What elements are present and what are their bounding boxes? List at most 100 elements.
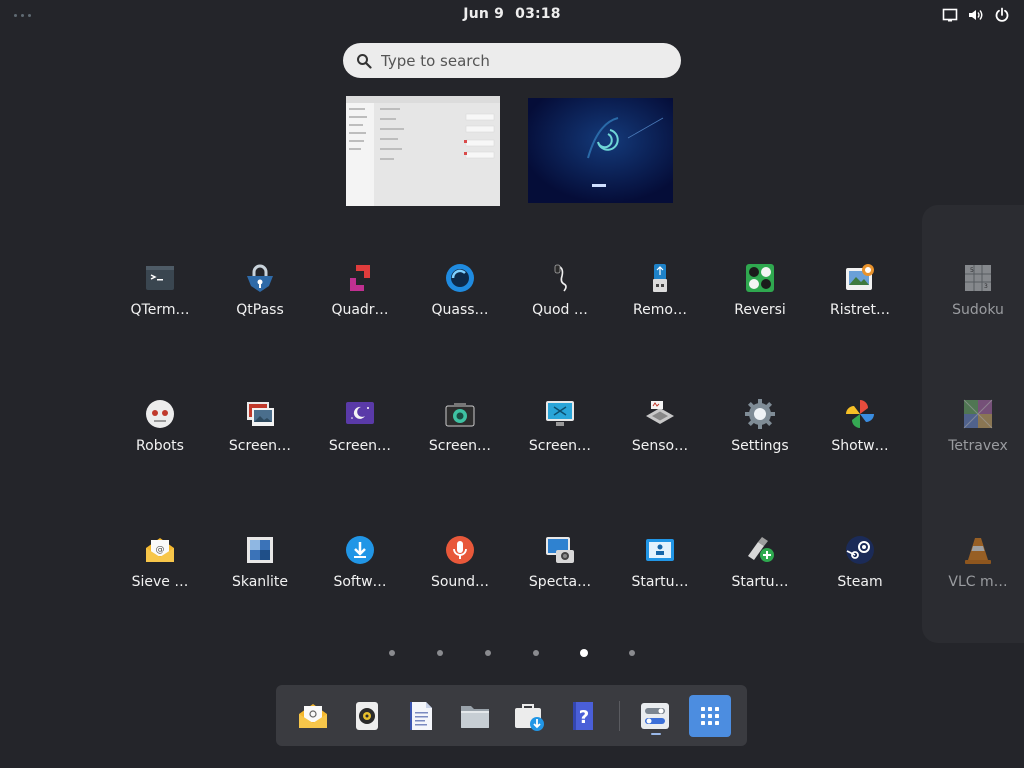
app-startup-1[interactable]: Startu… [610, 512, 710, 612]
dock-software[interactable] [508, 695, 550, 737]
app-label: Settings [731, 438, 789, 454]
page-dot-1[interactable] [389, 650, 395, 656]
app-label: Reversi [734, 302, 786, 318]
app-label: Startu… [731, 574, 789, 590]
dock-rhythmbox[interactable] [346, 695, 388, 737]
page-dot-4[interactable] [533, 650, 539, 656]
dock-files[interactable] [454, 695, 496, 737]
gear-icon [745, 399, 775, 429]
page-dot-3[interactable] [485, 650, 491, 656]
screen-icon[interactable] [942, 7, 958, 23]
moon-screen-icon [346, 402, 374, 424]
app-label: Quass… [431, 302, 489, 318]
terminal-icon [146, 266, 174, 290]
app-settings[interactable]: Settings [710, 376, 810, 476]
clock[interactable]: Jun 9 03:18 [0, 6, 1024, 22]
app-sensors[interactable]: Senso… [610, 376, 710, 476]
search-bar[interactable] [343, 43, 681, 78]
app-label: VLC m… [948, 574, 1008, 590]
svg-text:@: @ [156, 545, 165, 555]
earphone-icon [554, 264, 567, 292]
help-icon: ? [573, 702, 593, 730]
search-input[interactable] [381, 43, 666, 78]
app-screenshot-3[interactable]: Screen… [510, 376, 610, 476]
screenshot-photos-icon [247, 402, 274, 426]
app-label: Softw… [333, 574, 387, 590]
chip-sensor-icon [646, 401, 674, 424]
page-indicator [380, 648, 644, 658]
app-robots[interactable]: Robots [110, 376, 210, 476]
app-screenshot-2[interactable]: Screen… [410, 376, 510, 476]
dock-mail[interactable] [292, 695, 334, 737]
document-icon [410, 702, 432, 730]
traffic-cone-icon [965, 538, 991, 564]
workspace-preview-wallpaper [528, 98, 673, 203]
app-remote-viewer[interactable]: Remo… [610, 240, 710, 340]
app-shotwell[interactable]: Shotw… [810, 376, 910, 476]
app-qtpass[interactable]: QtPass [210, 240, 310, 340]
usb-drive-icon [653, 264, 667, 292]
clock-date: Jun 9 [463, 6, 505, 22]
volume-icon[interactable] [968, 7, 984, 23]
app-label: Quod … [532, 302, 588, 318]
app-label: Sound… [430, 574, 490, 590]
svg-text:?: ? [579, 707, 589, 728]
dock-show-apps[interactable] [689, 695, 731, 737]
dock-writer[interactable] [400, 695, 442, 737]
mail-envelope-icon: @ [146, 538, 174, 562]
app-reversi[interactable]: Reversi [710, 240, 810, 340]
running-indicator [651, 733, 661, 735]
software-icon [515, 704, 544, 731]
app-label: Screen… [428, 438, 492, 454]
workspace-thumbnail-1[interactable] [346, 96, 500, 206]
app-spectacle[interactable]: Specta… [510, 512, 610, 612]
app-label: Screen… [228, 438, 292, 454]
app-software[interactable]: Softw… [310, 512, 410, 612]
app-qterminal[interactable]: QTerm… [110, 240, 210, 340]
workspace-thumbnail-2[interactable] [528, 98, 673, 203]
app-tetravex[interactable]: Tetravex [928, 376, 1024, 476]
app-vlc[interactable]: VLC m… [928, 512, 1024, 612]
steam-icon [846, 536, 874, 564]
pinwheel-icon [846, 400, 874, 428]
search-icon [357, 54, 372, 69]
app-label: Sudoku [952, 302, 1004, 318]
monitor-capture-icon [546, 401, 574, 426]
app-sieve[interactable]: @ Sieve … [110, 512, 210, 612]
top-bar: Jun 9 03:18 [0, 0, 1024, 32]
next-page-preview[interactable]: 5 3 Sudoku Tetravex VLC m… [922, 205, 1024, 643]
system-tray[interactable] [942, 7, 1010, 23]
app-screenshot-1[interactable]: Screen… [210, 376, 310, 476]
app-label: Tetravex [948, 438, 1008, 454]
reversi-board-icon [746, 264, 774, 292]
app-label: Steam [837, 574, 883, 590]
app-label: QTerm… [130, 302, 190, 318]
power-icon[interactable] [994, 7, 1010, 23]
download-icon [346, 536, 374, 564]
speaker-icon [356, 702, 378, 730]
app-steam[interactable]: Steam [810, 512, 910, 612]
page-dot-5-active[interactable] [580, 649, 588, 657]
app-skanlite[interactable]: Skanlite [210, 512, 310, 612]
app-sound-recorder[interactable]: Sound… [410, 512, 510, 612]
dock-separator [619, 701, 620, 731]
app-label: Skanlite [231, 574, 289, 590]
id-card-icon [646, 539, 674, 561]
scanner-icon [247, 537, 273, 563]
app-label: Ristret… [830, 302, 890, 318]
app-label: Remo… [633, 302, 687, 318]
dock-help[interactable]: ? [562, 695, 604, 737]
app-ristretto[interactable]: Ristret… [810, 240, 910, 340]
app-sudoku[interactable]: 5 3 Sudoku [928, 240, 1024, 340]
app-quadrapassel[interactable]: Quadr… [310, 240, 410, 340]
app-quassel[interactable]: Quass… [410, 240, 510, 340]
app-quodlibet[interactable]: Quod … [510, 240, 610, 340]
svg-text:5: 5 [970, 267, 974, 274]
app-screensaver[interactable]: Screen… [310, 376, 410, 476]
page-dot-2[interactable] [437, 650, 443, 656]
app-label: Specta… [528, 574, 592, 590]
page-dot-6[interactable] [629, 650, 635, 656]
app-label: Sieve … [131, 574, 189, 590]
dock-settings-tweaks[interactable] [634, 695, 676, 737]
app-startup-2[interactable]: Startu… [710, 512, 810, 612]
